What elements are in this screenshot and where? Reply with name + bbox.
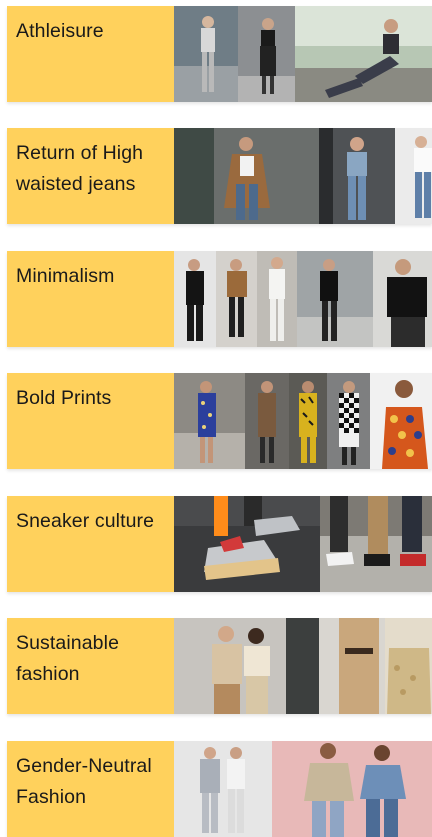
trend-photo-strip <box>174 251 432 347</box>
trend-photo <box>245 373 289 469</box>
trend-label-box: Return of High waisted jeans <box>7 128 174 224</box>
trend-card-sneaker-culture[interactable]: Sneaker culture <box>7 496 432 592</box>
trend-label-box: Sustainable fashion <box>7 618 174 714</box>
trend-photo <box>174 496 320 592</box>
trend-photo-strip <box>174 741 432 837</box>
trend-title: Bold Prints <box>16 387 112 409</box>
trend-photo-strip <box>174 128 432 224</box>
trend-photo <box>257 251 297 347</box>
trend-photo <box>395 128 432 224</box>
trend-card-minimalism[interactable]: Minimalism <box>7 251 432 347</box>
trend-label-box: Bold Prints <box>7 373 174 469</box>
trend-title: Gender-Neutral Fashion <box>16 755 152 808</box>
trend-title: Sneaker culture <box>16 510 155 532</box>
trend-photo <box>289 373 327 469</box>
trend-photo <box>174 251 216 347</box>
trend-photo <box>319 128 395 224</box>
trend-card-sustainable-fashion[interactable]: Sustainable fashion <box>7 618 432 714</box>
fashion-trend-list: Athleisure Return of High waisted jeans <box>0 0 432 837</box>
trend-label-box: Athleisure <box>7 6 174 102</box>
trend-photo <box>174 618 319 714</box>
trend-photo <box>174 6 238 102</box>
trend-photo <box>216 251 257 347</box>
trend-photo <box>320 496 432 592</box>
trend-title: Sustainable fashion <box>16 632 120 685</box>
trend-photo <box>272 741 432 837</box>
trend-photo <box>319 618 432 714</box>
trend-title: Return of High waisted jeans <box>16 142 144 195</box>
trend-card-athleisure[interactable]: Athleisure <box>7 6 432 102</box>
trend-photo <box>297 251 373 347</box>
trend-photo <box>373 251 432 347</box>
trend-photo <box>327 373 370 469</box>
trend-photo-strip <box>174 6 432 102</box>
trend-label-box: Minimalism <box>7 251 174 347</box>
trend-photo <box>295 6 432 102</box>
trend-photo <box>174 128 319 224</box>
trend-photo <box>238 6 295 102</box>
trend-photo-strip <box>174 373 432 469</box>
trend-label-box: Gender-Neutral Fashion <box>7 741 174 837</box>
trend-photo <box>370 373 432 469</box>
trend-photo-strip <box>174 496 432 592</box>
trend-photo <box>174 741 272 837</box>
trend-card-gender-neutral-fashion[interactable]: Gender-Neutral Fashion <box>7 741 432 837</box>
trend-photo-strip <box>174 618 432 714</box>
trend-title: Minimalism <box>16 265 115 287</box>
trend-card-high-waisted-jeans[interactable]: Return of High waisted jeans <box>7 128 432 224</box>
trend-card-bold-prints[interactable]: Bold Prints <box>7 373 432 469</box>
trend-title: Athleisure <box>16 20 104 42</box>
trend-photo <box>174 373 245 469</box>
trend-label-box: Sneaker culture <box>7 496 174 592</box>
